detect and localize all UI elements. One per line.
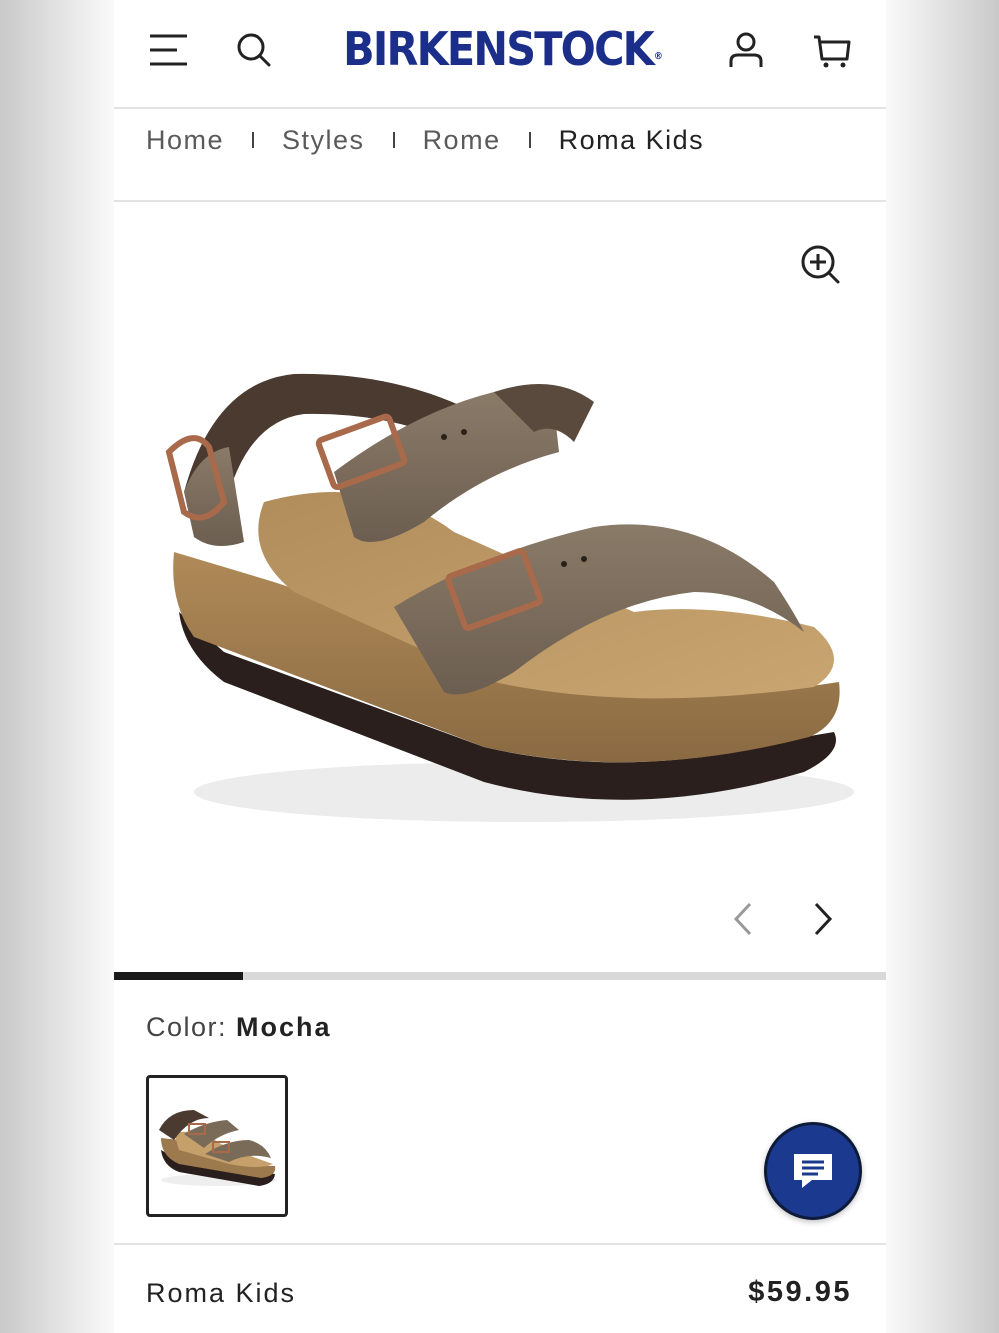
cart-icon — [814, 35, 851, 68]
previous-image-button[interactable] — [724, 894, 764, 944]
brand-name: BIRKENSTOCK — [343, 22, 655, 76]
swatch-thumbnail — [159, 1110, 277, 1186]
brand-logo[interactable]: BIRKENSTOCK ® — [343, 18, 663, 80]
color-label-text: Color: — [146, 1012, 228, 1042]
product-name: Roma Kids — [146, 1278, 297, 1308]
zoom-button[interactable] — [798, 242, 848, 292]
zoom-in-icon — [801, 245, 840, 284]
color-label: Color: Mocha — [146, 1012, 332, 1043]
next-image-button[interactable] — [802, 894, 842, 944]
gallery-progress — [114, 972, 886, 980]
breadcrumb-separator — [528, 132, 531, 148]
search-icon — [237, 33, 271, 67]
site-header: BIRKENSTOCK ® — [114, 0, 886, 109]
search-button[interactable] — [230, 26, 278, 74]
account-button[interactable] — [722, 26, 770, 74]
product-image — [165, 373, 854, 822]
cart-button[interactable] — [808, 26, 856, 74]
chevron-right-icon — [814, 902, 833, 936]
product-gallery[interactable] — [114, 202, 886, 974]
breadcrumb-separator — [392, 132, 395, 148]
product-price: $59.95 — [748, 1276, 852, 1308]
chat-icon — [794, 1154, 832, 1188]
registered-mark: ® — [653, 50, 663, 62]
color-value: Mocha — [236, 1012, 332, 1042]
breadcrumb-home[interactable]: Home — [146, 125, 224, 156]
chevron-left-icon — [733, 902, 752, 936]
chat-button[interactable] — [764, 1122, 862, 1220]
breadcrumb-styles[interactable]: Styles — [282, 125, 365, 156]
breadcrumb-current: Roma Kids — [558, 124, 705, 155]
breadcrumb-rome[interactable]: Rome — [423, 125, 501, 156]
divider — [114, 1243, 886, 1245]
account-icon — [729, 32, 763, 67]
gallery-progress-fill — [114, 972, 243, 980]
breadcrumb: Home Styles Rome Roma Kids — [146, 118, 704, 162]
breadcrumb-separator — [252, 132, 255, 148]
color-swatch-mocha[interactable] — [146, 1075, 288, 1217]
product-page: BIRKENSTOCK® Home Styles Rome Roma Kids — [114, 0, 886, 1333]
menu-button[interactable] — [144, 26, 192, 74]
menu-icon — [150, 34, 187, 66]
